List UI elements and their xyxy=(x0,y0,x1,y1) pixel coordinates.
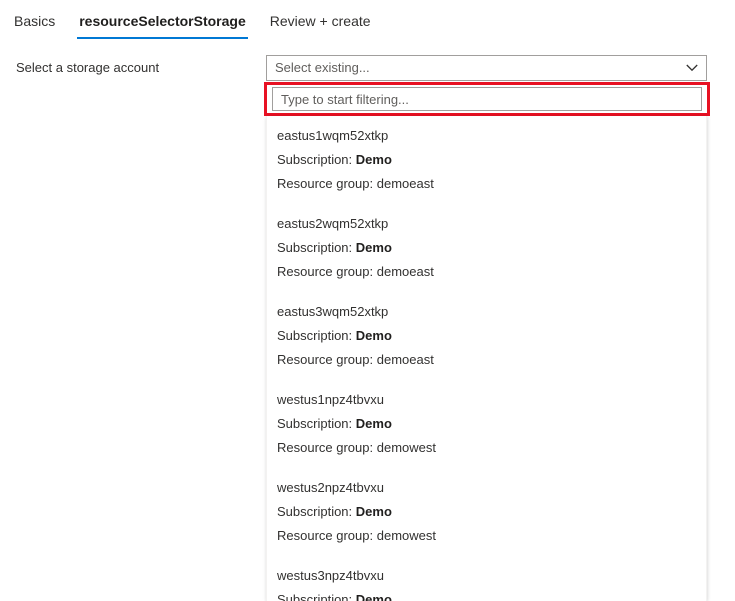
subscription-label: Subscription: xyxy=(277,504,353,519)
option-resource-group: Resource group: demoeast xyxy=(277,260,706,284)
tab-basics[interactable]: Basics xyxy=(2,12,67,39)
subscription-value: Demo xyxy=(355,328,392,343)
subscription-label: Subscription: xyxy=(277,416,353,431)
option-name: westus1npz4tbvxu xyxy=(277,392,384,407)
storage-account-field-label: Select a storage account xyxy=(16,60,160,75)
resource-group-value: demowest xyxy=(376,528,436,543)
option-subscription: Subscription: Demo xyxy=(277,148,706,172)
list-item[interactable]: westus2npz4tbvxu Subscription: Demo Reso… xyxy=(267,468,706,556)
list-item[interactable]: eastus2wqm52xtkp Subscription: Demo Reso… xyxy=(267,204,706,292)
option-name: eastus1wqm52xtkp xyxy=(277,128,389,143)
resource-group-label: Resource group: xyxy=(277,528,374,543)
filter-input[interactable] xyxy=(272,87,702,111)
resource-group-value: demoeast xyxy=(376,264,434,279)
subscription-label: Subscription: xyxy=(277,152,353,167)
resource-group-label: Resource group: xyxy=(277,352,374,367)
subscription-label: Subscription: xyxy=(277,592,353,601)
option-resource-group: Resource group: demowest xyxy=(277,436,706,460)
option-name: westus3npz4tbvxu xyxy=(277,568,384,583)
option-subscription: Subscription: Demo xyxy=(277,324,706,348)
resource-group-label: Resource group: xyxy=(277,264,374,279)
resource-group-label: Resource group: xyxy=(277,440,374,455)
resource-group-value: demoeast xyxy=(376,176,434,191)
option-resource-group: Resource group: demoeast xyxy=(277,348,706,372)
list-item[interactable]: eastus1wqm52xtkp Subscription: Demo Reso… xyxy=(267,116,706,204)
tab-label: resourceSelectorStorage xyxy=(79,13,246,29)
option-name: eastus2wqm52xtkp xyxy=(277,216,389,231)
wizard-tabstrip: Basics resourceSelectorStorage Review + … xyxy=(0,12,735,42)
list-item[interactable]: westus3npz4tbvxu Subscription: Demo Reso… xyxy=(267,556,706,601)
resource-group-label: Resource group: xyxy=(277,176,374,191)
chevron-down-icon[interactable] xyxy=(684,60,700,76)
tab-label: Review + create xyxy=(269,13,371,29)
option-subscription: Subscription: Demo xyxy=(277,500,706,524)
subscription-value: Demo xyxy=(355,152,392,167)
subscription-label: Subscription: xyxy=(277,328,353,343)
storage-account-select[interactable]: Select existing... xyxy=(266,55,707,81)
subscription-value: Demo xyxy=(355,504,392,519)
subscription-value: Demo xyxy=(355,416,392,431)
subscription-value: Demo xyxy=(355,592,392,601)
tab-label: Basics xyxy=(14,13,56,29)
list-item[interactable]: eastus3wqm52xtkp Subscription: Demo Reso… xyxy=(267,292,706,380)
storage-account-dropdown-list[interactable]: eastus1wqm52xtkp Subscription: Demo Reso… xyxy=(266,116,707,601)
tab-resourceselectorstorage[interactable]: resourceSelectorStorage xyxy=(67,12,258,39)
option-name: eastus3wqm52xtkp xyxy=(277,304,389,319)
storage-account-select-placeholder: Select existing... xyxy=(275,60,370,75)
option-subscription: Subscription: Demo xyxy=(277,236,706,260)
option-name: westus2npz4tbvxu xyxy=(277,480,384,495)
option-resource-group: Resource group: demowest xyxy=(277,524,706,548)
list-item[interactable]: westus1npz4tbvxu Subscription: Demo Reso… xyxy=(267,380,706,468)
subscription-label: Subscription: xyxy=(277,240,353,255)
option-subscription: Subscription: Demo xyxy=(277,588,706,601)
resource-group-value: demoeast xyxy=(376,352,434,367)
subscription-value: Demo xyxy=(355,240,392,255)
option-subscription: Subscription: Demo xyxy=(277,412,706,436)
tab-review-create[interactable]: Review + create xyxy=(258,12,383,39)
option-resource-group: Resource group: demoeast xyxy=(277,172,706,196)
resource-group-value: demowest xyxy=(376,440,436,455)
storage-account-combobox: Select existing... xyxy=(266,55,707,81)
